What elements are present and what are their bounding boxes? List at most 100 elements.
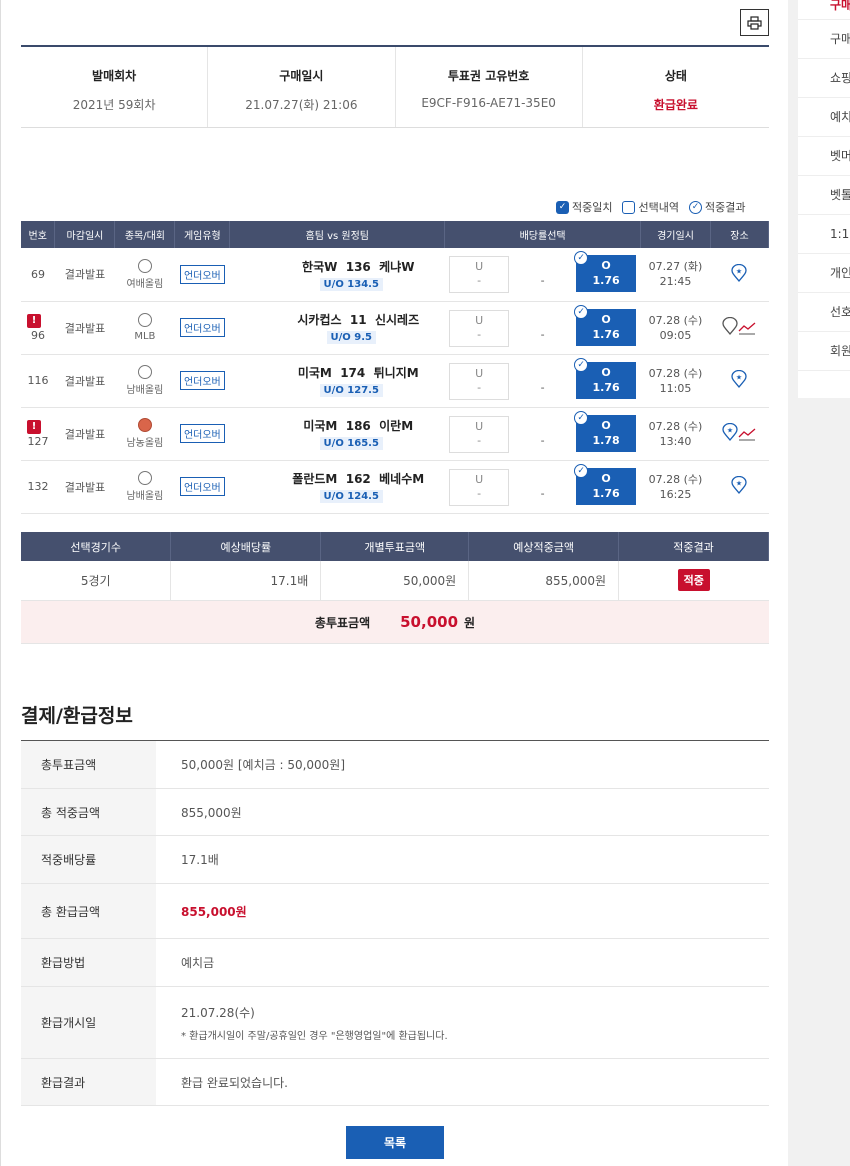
payment-value: 환급 완료되었습니다.	[156, 1058, 769, 1106]
sum-bet: 50,000원	[320, 561, 470, 601]
payment-row: 적중배당률 17.1배	[21, 835, 769, 884]
sidebar-item-betman[interactable]: 벳머	[798, 137, 850, 176]
check-circle-icon: ✓	[574, 463, 589, 478]
purchase-info: 구매일시 21.07.27(화) 21:06	[208, 47, 396, 127]
game-teams: 한국W 136 케냐W U/O 134.5	[229, 248, 445, 302]
sidebar-item-personal[interactable]: 개인	[798, 254, 850, 293]
game-no: 69	[21, 248, 55, 302]
game-teams: 폴란드M 162 베네수M U/O 124.5	[229, 460, 445, 514]
game-teams: 시카컵스 11 신시레즈 U/O 9.5	[229, 301, 445, 355]
odd-over[interactable]: ✓ O 1.76	[574, 251, 637, 293]
col-date: 경기일시	[640, 221, 711, 248]
payment-table: 총투표금액 50,000원 [예치금 : 50,000원] 총 적중금액 855…	[21, 740, 769, 1106]
volleyball-icon	[137, 365, 152, 379]
odd-under[interactable]: U-	[449, 468, 510, 506]
legend-match[interactable]: ✓ 적중일치	[556, 199, 612, 215]
odds-selection: U- - ✓ O 1.76	[444, 354, 641, 408]
payment-row: 환급개시일 21.07.28(수) * 환급개시일이 주말/공휴일인 경우 "은…	[21, 986, 769, 1059]
odd-under[interactable]: U-	[449, 256, 510, 294]
sidebar-item-shopping[interactable]: 쇼핑	[798, 59, 850, 98]
payment-label: 환급결과	[21, 1058, 156, 1106]
summary-row: 5경기 17.1배 50,000원 855,000원 적중	[21, 561, 769, 601]
ticket-info: 발매회차 2021년 59회차 구매일시 21.07.27(화) 21:06 투…	[21, 45, 769, 128]
payment-value: 50,000원 [예치금 : 50,000원]	[156, 740, 769, 789]
sidebar-item-preference[interactable]: 선호	[798, 293, 850, 332]
legend-selection[interactable]: 선택내역	[622, 199, 679, 215]
print-button[interactable]	[740, 9, 769, 36]
odd-over[interactable]: ✓ O 1.76	[574, 304, 637, 346]
round-value: 2021년 59회차	[72, 98, 156, 112]
alert-icon: !	[27, 313, 41, 328]
round-label: 발매회차	[92, 69, 137, 83]
purchase-value: 21.07.27(화) 21:06	[245, 98, 358, 112]
list-button[interactable]: 목록	[346, 1126, 444, 1159]
map-pin-icon[interactable]: ★	[731, 263, 748, 282]
game-venue: ★	[710, 460, 769, 514]
odd-over[interactable]: ✓ O 1.78	[574, 410, 637, 452]
status-info: 상태 환급완료	[583, 47, 769, 127]
uo-line: U/O 127.5	[319, 384, 383, 397]
chart-trend-icon[interactable]	[738, 427, 756, 441]
odd-over[interactable]: ✓ O 1.76	[574, 357, 637, 399]
payment-title: 결제/환급정보	[21, 705, 133, 727]
sum-games: 5경기	[21, 561, 172, 601]
payment-row: 환급방법 예치금	[21, 938, 769, 987]
games-table: 번호 마감일시 종목/대회 게임유형 홈팀 vs 원정팀 배당률선택 경기일시 …	[21, 221, 770, 514]
uo-line: U/O 9.5	[326, 331, 376, 344]
payment-value: 17.1배	[156, 835, 769, 884]
sidebar-item-member[interactable]: 회원	[798, 332, 850, 371]
ticket-id-label: 투표권 고유번호	[447, 69, 530, 83]
payment-value: 855,000원	[156, 788, 769, 836]
sidebar-item-bettol[interactable]: 벳톨	[798, 176, 850, 215]
map-pin-icon[interactable]: ★	[722, 423, 739, 441]
legend-result[interactable]: ✓ 적중결과	[688, 199, 745, 215]
map-pin-icon[interactable]	[722, 317, 739, 335]
table-row: 69 결과발표 여배올림 언더오버 한국W 136 케냐W U/O 134.5 …	[21, 248, 769, 302]
odd-under[interactable]: U-	[449, 362, 510, 400]
alert-icon: !	[27, 419, 41, 434]
uo-line: U/O 165.5	[319, 437, 383, 450]
total-bet-label: 총투표금액	[314, 615, 371, 630]
odd-under[interactable]: U-	[449, 309, 510, 347]
game-teams: 미국M 186 이란M U/O 165.5	[229, 407, 445, 461]
game-sport: 남배올림	[114, 354, 175, 408]
svg-text:★: ★	[736, 480, 742, 488]
table-row: 132 결과발표 남배올림 언더오버 폴란드M 162 베네수M U/O 124…	[21, 460, 769, 514]
col-sport: 종목/대회	[114, 221, 176, 248]
col-no: 번호	[21, 221, 56, 248]
main-panel: 발매회차 2021년 59회차 구매일시 21.07.27(화) 21:06 투…	[0, 0, 788, 1166]
game-date: 07.28 (수) 16:25	[640, 460, 711, 514]
game-venue: ★	[710, 248, 769, 302]
odds-selection: U- - ✓ O 1.76	[444, 460, 641, 514]
game-sport: 여배올림	[114, 248, 175, 302]
payment-label: 환급방법	[21, 938, 156, 987]
odd-under[interactable]: U-	[449, 415, 510, 453]
check-circle-icon: ✓	[574, 304, 589, 319]
sidebar-item-purchase[interactable]: 구매	[798, 20, 850, 59]
odds-selection: U- - ✓ O 1.78	[444, 407, 641, 461]
sum-col-bet: 개별투표금액	[320, 532, 470, 561]
sidebar-item-purchase-active[interactable]: 구매	[798, 0, 850, 20]
payment-row: 총투표금액 50,000원 [예치금 : 50,000원]	[21, 740, 769, 789]
sidebar-item-inquiry[interactable]: 1:1	[798, 215, 850, 254]
game-venue: ★	[710, 354, 769, 408]
check-circle-icon: ✓	[574, 410, 589, 425]
game-date: 07.28 (수) 11:05	[640, 354, 711, 408]
game-deadline: 결과발표	[54, 407, 115, 461]
map-pin-icon[interactable]: ★	[731, 476, 748, 494]
game-no: 132	[21, 460, 55, 514]
chart-trend-icon[interactable]	[738, 321, 756, 335]
check-filled-icon: ✓	[556, 200, 569, 214]
sidebar-item-deposit[interactable]: 예치	[798, 98, 850, 137]
volleyball-icon	[137, 471, 152, 485]
table-row: ! 96 결과발표 MLB 언더오버 시카컵스 11 신시레즈 U/O 9.5 U…	[21, 301, 769, 355]
odd-over[interactable]: ✓ O 1.76	[574, 463, 637, 505]
sum-col-result: 적중결과	[618, 532, 769, 561]
map-pin-icon[interactable]: ★	[731, 370, 748, 388]
game-sport: 남배올림	[114, 460, 175, 514]
payment-label: 환급개시일	[21, 986, 156, 1059]
payment-row: 환급결과 환급 완료되었습니다.	[21, 1058, 769, 1106]
sum-odds: 17.1배	[170, 561, 322, 601]
payment-row: 총 환급금액 855,000원	[21, 883, 769, 939]
printer-icon	[747, 15, 762, 30]
